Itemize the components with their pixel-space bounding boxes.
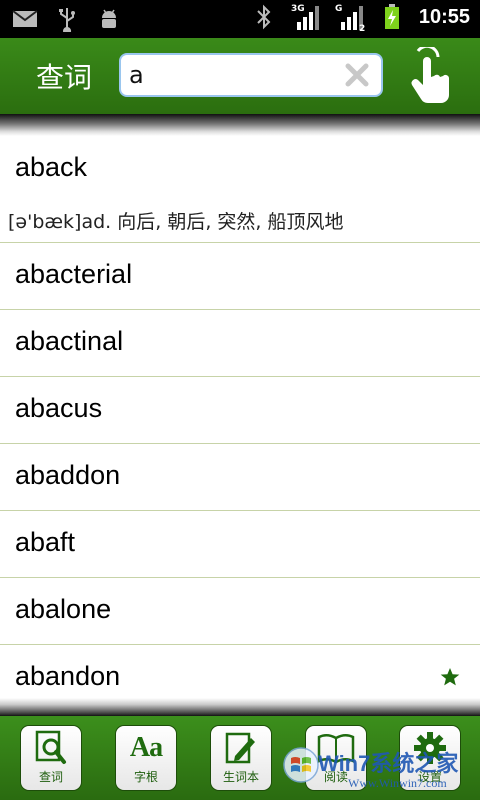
word-text: abacus: [15, 393, 103, 423]
watermark: Win7系统之家 Www.Winwin7.com: [282, 742, 480, 800]
word-text: abactinal: [15, 326, 124, 356]
list-item[interactable]: abactinal: [0, 310, 480, 377]
magnifier-icon: [31, 730, 71, 766]
signal-g-icon: G 2: [335, 4, 365, 32]
word-text: abaddon: [15, 460, 121, 490]
windows-logo-icon: [283, 747, 319, 783]
android-debug-icon: [96, 6, 122, 32]
word-list[interactable]: aback [ə'bæk]ad. 向后, 朝后, 突然, 船顶风地 abacte…: [0, 136, 480, 700]
tab-root[interactable]: Aa 字根: [116, 726, 176, 790]
letters-aa-icon: Aa: [126, 730, 166, 766]
status-time: 10:55: [418, 5, 470, 28]
tab-lookup[interactable]: 查词: [21, 726, 81, 790]
toolbar-shadow: [0, 698, 480, 716]
star-icon[interactable]: [440, 667, 460, 687]
bluetooth-icon: [251, 4, 277, 30]
mail-icon: [12, 6, 38, 32]
letters-aa-text: Aa: [129, 732, 163, 763]
page-title: 查词: [36, 61, 93, 94]
clear-button[interactable]: [343, 61, 371, 89]
list-item[interactable]: abaft: [0, 511, 480, 578]
watermark-title: Win7系统之家: [318, 751, 459, 776]
touch-lookup-button[interactable]: [404, 46, 452, 106]
network-type-label-2: G: [335, 4, 342, 14]
signal-3g-icon: 3G: [291, 4, 321, 30]
search-box[interactable]: [119, 53, 383, 97]
word-text: aback: [15, 152, 88, 182]
hand-pointer-icon: [411, 47, 449, 104]
usb-icon: [54, 6, 80, 32]
sim-index-label: 2: [359, 24, 365, 32]
status-bar: 3G G 2 10:55: [0, 0, 480, 38]
list-item[interactable]: abacus: [0, 377, 480, 444]
close-icon: [345, 63, 369, 87]
battery-charging-icon: [379, 4, 405, 30]
tab-wordbook-label: 生词本: [222, 770, 259, 784]
tab-root-label: 字根: [133, 770, 158, 784]
notebook-pencil-icon: [221, 730, 261, 766]
list-item[interactable]: aback [ə'bæk]ad. 向后, 朝后, 突然, 船顶风地: [0, 136, 480, 243]
word-text: abacterial: [15, 259, 133, 289]
word-definition: [ə'bæk]ad. 向后, 朝后, 突然, 船顶风地: [8, 211, 344, 233]
word-text: abalone: [15, 594, 112, 624]
word-text: abaft: [15, 527, 76, 557]
list-item[interactable]: abandon: [0, 645, 480, 700]
search-input[interactable]: [129, 59, 339, 91]
list-item[interactable]: abacterial: [0, 243, 480, 310]
list-item[interactable]: abaddon: [0, 444, 480, 511]
word-text: abandon: [15, 661, 121, 691]
header-shadow: [0, 114, 480, 136]
watermark-url: Www.Winwin7.com: [348, 776, 447, 790]
tab-wordbook[interactable]: 生词本: [211, 726, 271, 790]
network-type-label: 3G: [291, 4, 305, 14]
tab-lookup-label: 查词: [38, 770, 63, 784]
app-header: 查词: [0, 38, 480, 114]
list-item[interactable]: abalone: [0, 578, 480, 645]
